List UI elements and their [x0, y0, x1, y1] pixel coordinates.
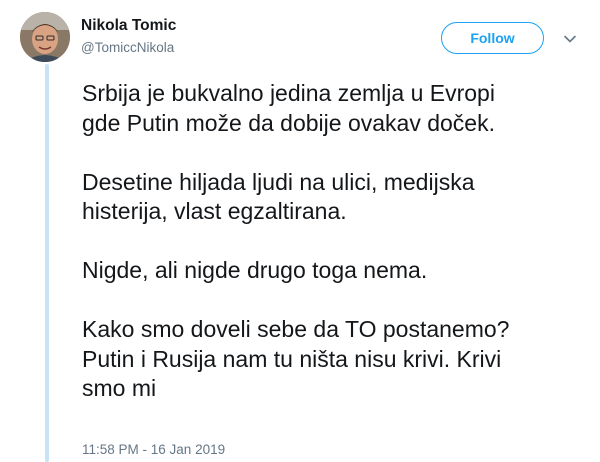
thread-line: [45, 64, 49, 462]
tweet-paragraph: Nigde, ali nigde drugo toga nema.: [82, 256, 582, 286]
tweet-text: Srbija je bukvalno jedina zemlja u Evrop…: [82, 79, 582, 404]
tweet-line: Kako smo doveli sebe da TO postanemo?: [82, 316, 510, 342]
tweet-timestamp[interactable]: 11:58 PM - 16 Jan 2019: [82, 442, 225, 457]
tweet-line: gde Putin može da dobije ovakav doček.: [82, 109, 495, 136]
tweet-line: histerija, vlast egzaltirana.: [82, 198, 347, 224]
tweet-line: Desetine hiljada ljudi na ulici, medijsk…: [82, 168, 475, 195]
author-handle[interactable]: @TomiccNikola: [81, 40, 174, 55]
tweet-paragraph: Kako smo doveli sebe da TO postanemo? Pu…: [82, 315, 582, 404]
avatar[interactable]: [20, 12, 70, 62]
avatar-photo: [20, 12, 70, 62]
author-name[interactable]: Nikola Tomic: [81, 17, 176, 35]
tweet-line: smo mi: [82, 375, 157, 401]
tweet-paragraph: Desetine hiljada ljudi na ulici, medijsk…: [82, 168, 582, 227]
follow-button[interactable]: Follow: [441, 22, 544, 54]
tweet-line: Srbija je bukvalno jedina zemlja u Evrop…: [82, 80, 495, 106]
tweet-line: Putin i Rusija nam tu ništa nisu krivi. …: [82, 345, 502, 372]
tweet-paragraph: Srbija je bukvalno jedina zemlja u Evrop…: [82, 79, 582, 138]
chevron-down-icon[interactable]: [561, 30, 579, 48]
tweet-line: Nigde, ali nigde drugo toga nema.: [82, 257, 428, 283]
tweet-card: Nikola Tomic @TomiccNikola Follow Srbija…: [0, 0, 600, 462]
